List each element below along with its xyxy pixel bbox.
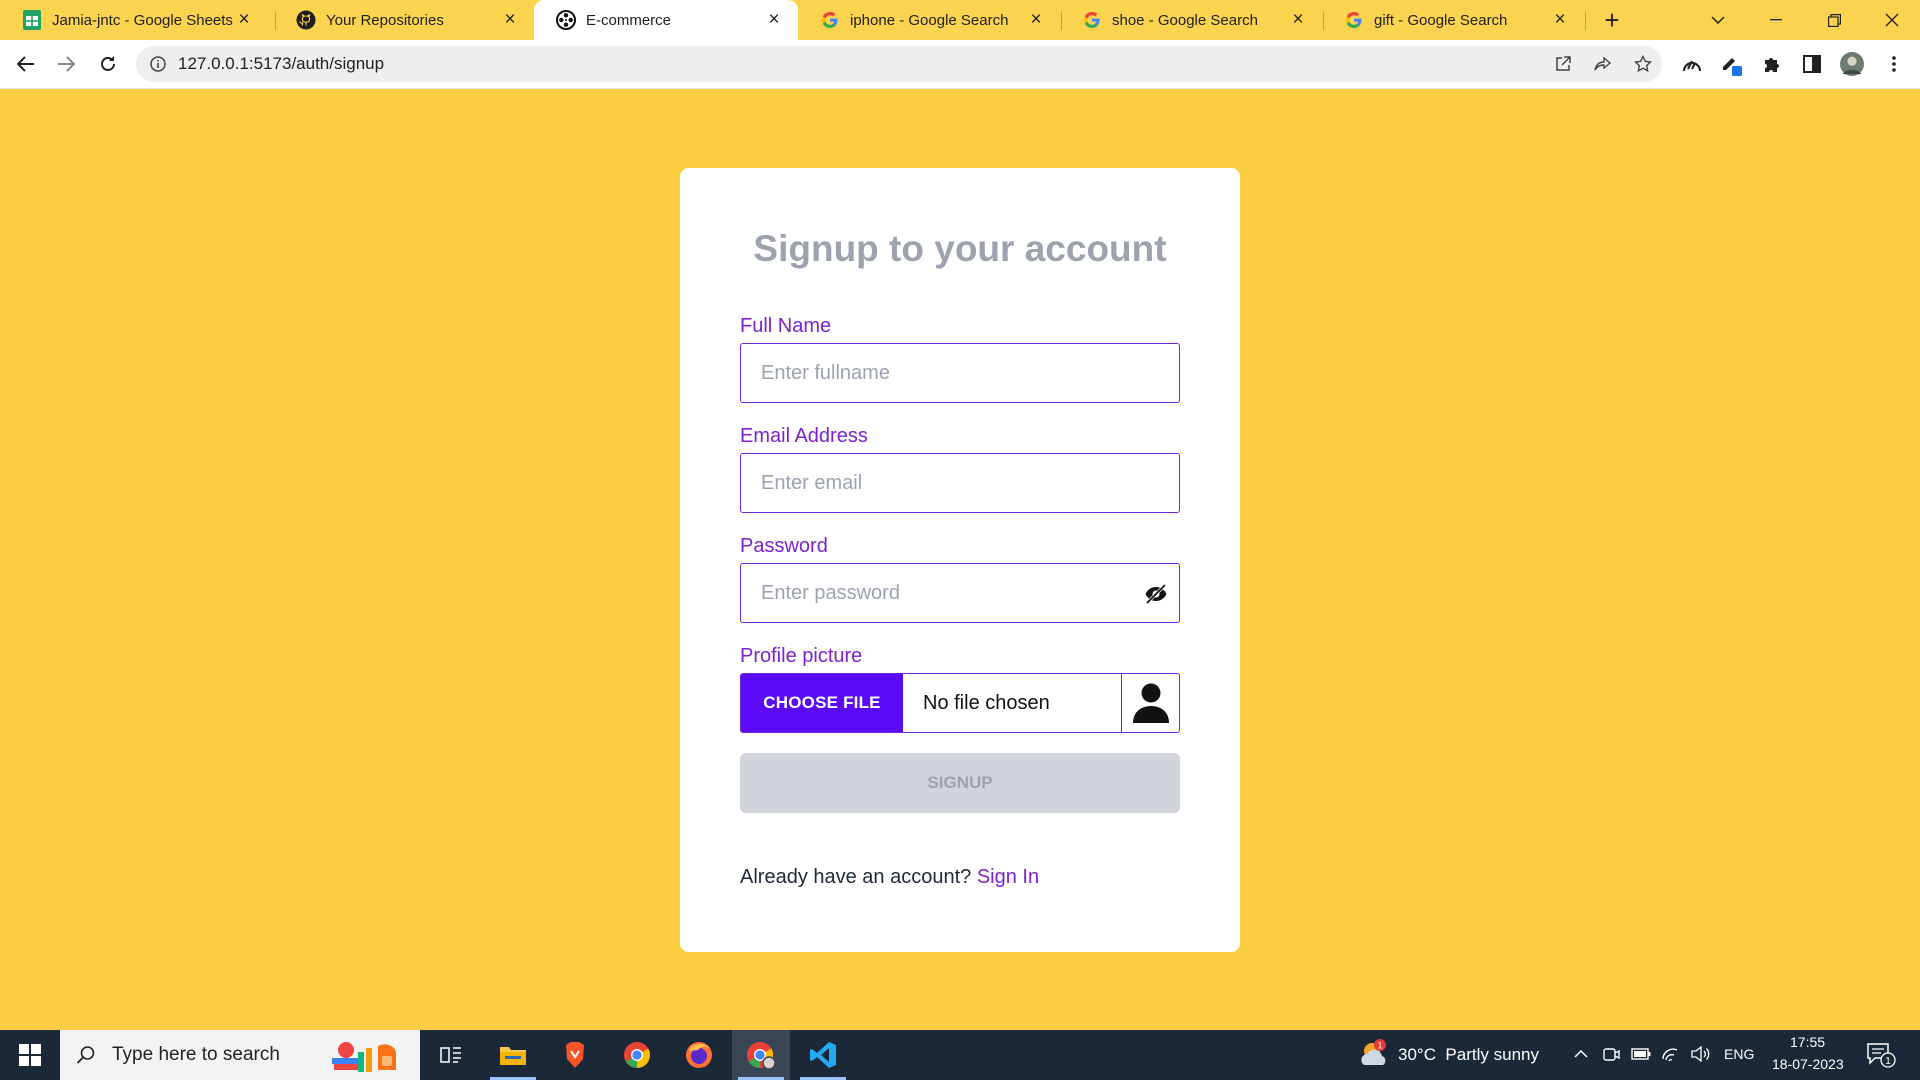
pen-extension-icon[interactable] bbox=[1720, 52, 1744, 76]
signup-card: Signup to your account Full Name Enter f… bbox=[680, 168, 1240, 952]
film-reel-icon bbox=[556, 10, 576, 30]
brave-browser-icon[interactable] bbox=[546, 1030, 604, 1080]
profile-avatar-icon[interactable] bbox=[1840, 52, 1864, 76]
wifi-icon[interactable] bbox=[1660, 1043, 1682, 1065]
battery-icon[interactable] bbox=[1630, 1043, 1652, 1065]
site-info-icon[interactable] bbox=[148, 54, 168, 74]
fullname-label: Full Name bbox=[740, 315, 832, 337]
password-placeholder: Enter password bbox=[761, 581, 900, 604]
user-avatar-icon bbox=[1121, 674, 1179, 732]
sign-in-link[interactable]: Sign In bbox=[977, 866, 1039, 888]
tab-search-chevron-icon[interactable] bbox=[1694, 0, 1742, 40]
already-have-account-text: Already have an account? bbox=[740, 866, 972, 888]
chrome-menu-icon[interactable] bbox=[1882, 52, 1906, 76]
meet-now-icon[interactable] bbox=[1600, 1043, 1622, 1065]
tab-label: iphone - Google Search bbox=[850, 11, 1009, 29]
volume-icon[interactable] bbox=[1690, 1043, 1712, 1065]
minimize-icon[interactable] bbox=[1752, 0, 1800, 40]
tab-label: Your Repositories bbox=[326, 11, 444, 29]
new-tab-button[interactable]: + bbox=[1598, 5, 1626, 35]
eye-slash-icon[interactable] bbox=[1143, 581, 1169, 607]
close-tab-icon[interactable]: × bbox=[764, 9, 784, 30]
chrome-profile-active-icon[interactable] bbox=[732, 1030, 790, 1080]
page-title: Signup to your account bbox=[753, 228, 1167, 269]
tab-label: gift - Google Search bbox=[1374, 11, 1508, 29]
choose-file-button[interactable]: CHOOSE FILE bbox=[741, 674, 903, 732]
bookmark-star-icon[interactable] bbox=[1632, 53, 1654, 75]
search-highlight-school-icon bbox=[328, 1036, 412, 1080]
vscode-icon[interactable] bbox=[794, 1030, 852, 1080]
profile-picture-input: CHOOSE FILE No file chosen bbox=[740, 673, 1180, 733]
taskbar-search-box[interactable]: Type here to search bbox=[60, 1030, 420, 1080]
tab-your-repositories[interactable]: Your Repositories × bbox=[274, 0, 534, 40]
close-tab-icon[interactable]: × bbox=[1288, 9, 1308, 30]
task-view-icon[interactable] bbox=[422, 1030, 480, 1080]
restore-icon[interactable] bbox=[1810, 0, 1858, 40]
email-input[interactable]: Enter email bbox=[740, 453, 1180, 513]
tab-label: shoe - Google Search bbox=[1112, 11, 1258, 29]
notifications-count: 1 bbox=[1885, 1056, 1891, 1067]
side-panel-icon[interactable] bbox=[1800, 52, 1824, 76]
github-icon bbox=[296, 10, 316, 30]
show-hidden-icons-chevron-icon[interactable] bbox=[1570, 1043, 1592, 1065]
tab-shoe-search[interactable]: shoe - Google Search × bbox=[1060, 0, 1322, 40]
close-tab-icon[interactable]: × bbox=[234, 9, 254, 30]
tab-label: Jamia-jntc - Google Sheets bbox=[52, 11, 233, 29]
clock-date[interactable]: 18-07-2023 bbox=[1772, 1056, 1844, 1072]
search-icon bbox=[74, 1043, 98, 1067]
profile-picture-label: Profile picture bbox=[740, 645, 863, 667]
share-icon[interactable] bbox=[1592, 53, 1614, 75]
tab-iphone-search[interactable]: iphone - Google Search × bbox=[798, 0, 1060, 40]
no-file-chosen-text: No file chosen bbox=[923, 691, 1050, 714]
open-in-app-icon[interactable] bbox=[1552, 53, 1574, 75]
fullname-input[interactable]: Enter fullname bbox=[740, 343, 1180, 403]
email-label: Email Address bbox=[740, 425, 868, 447]
password-input[interactable]: Enter password bbox=[740, 563, 1180, 623]
browser-toolbar: 127.0.0.1:5173/auth/signup bbox=[0, 40, 1920, 89]
file-explorer-icon[interactable] bbox=[484, 1030, 542, 1080]
taskbar-search-placeholder: Type here to search bbox=[112, 1044, 280, 1065]
tab-e-commerce[interactable]: E-commerce × bbox=[534, 0, 798, 40]
google-icon bbox=[820, 10, 840, 30]
speedometer-extension-icon[interactable] bbox=[1680, 52, 1704, 76]
tab-gift-search[interactable]: gift - Google Search × bbox=[1322, 0, 1584, 40]
extensions-puzzle-icon[interactable] bbox=[1760, 52, 1784, 76]
weather-partly-sunny-icon[interactable]: 1 bbox=[1358, 1038, 1390, 1070]
google-icon bbox=[1082, 10, 1102, 30]
tab-strip: Jamia-jntc - Google Sheets × Your Reposi… bbox=[0, 0, 1920, 40]
chrome-icon[interactable] bbox=[608, 1030, 666, 1080]
clock-time[interactable]: 17:55 bbox=[1790, 1034, 1825, 1050]
weather-text[interactable]: 30°C Partly sunny bbox=[1398, 1045, 1539, 1065]
language-indicator[interactable]: ENG bbox=[1724, 1046, 1754, 1062]
signin-prompt: Already have an account? Sign In bbox=[740, 866, 1039, 889]
weather-badge: 1 bbox=[1377, 1041, 1382, 1051]
url-text: 127.0.0.1:5173/auth/signup bbox=[178, 54, 385, 73]
close-tab-icon[interactable]: × bbox=[500, 9, 520, 30]
forward-arrow-icon[interactable] bbox=[50, 48, 82, 80]
notifications-icon[interactable]: 1 bbox=[1866, 1042, 1896, 1068]
address-bar[interactable]: 127.0.0.1:5173/auth/signup bbox=[136, 46, 1662, 82]
reload-icon[interactable] bbox=[92, 48, 124, 80]
email-placeholder: Enter email bbox=[761, 471, 863, 494]
close-tab-icon[interactable]: × bbox=[1026, 9, 1046, 30]
signup-button[interactable]: SIGNUP bbox=[740, 753, 1180, 813]
tab-google-sheets[interactable]: Jamia-jntc - Google Sheets × bbox=[0, 0, 268, 40]
tab-label: E-commerce bbox=[586, 11, 672, 29]
password-label: Password bbox=[740, 535, 828, 557]
back-arrow-icon[interactable] bbox=[10, 48, 42, 80]
windows-taskbar: Type here to search 1 30°C Partly sunny bbox=[0, 1030, 1920, 1080]
fullname-placeholder: Enter fullname bbox=[761, 361, 890, 384]
close-window-icon[interactable] bbox=[1868, 0, 1916, 40]
close-tab-icon[interactable]: × bbox=[1550, 9, 1570, 30]
google-icon bbox=[1344, 10, 1364, 30]
firefox-icon[interactable] bbox=[670, 1030, 728, 1080]
google-sheets-icon bbox=[22, 10, 42, 30]
windows-start-icon[interactable] bbox=[0, 1030, 60, 1080]
